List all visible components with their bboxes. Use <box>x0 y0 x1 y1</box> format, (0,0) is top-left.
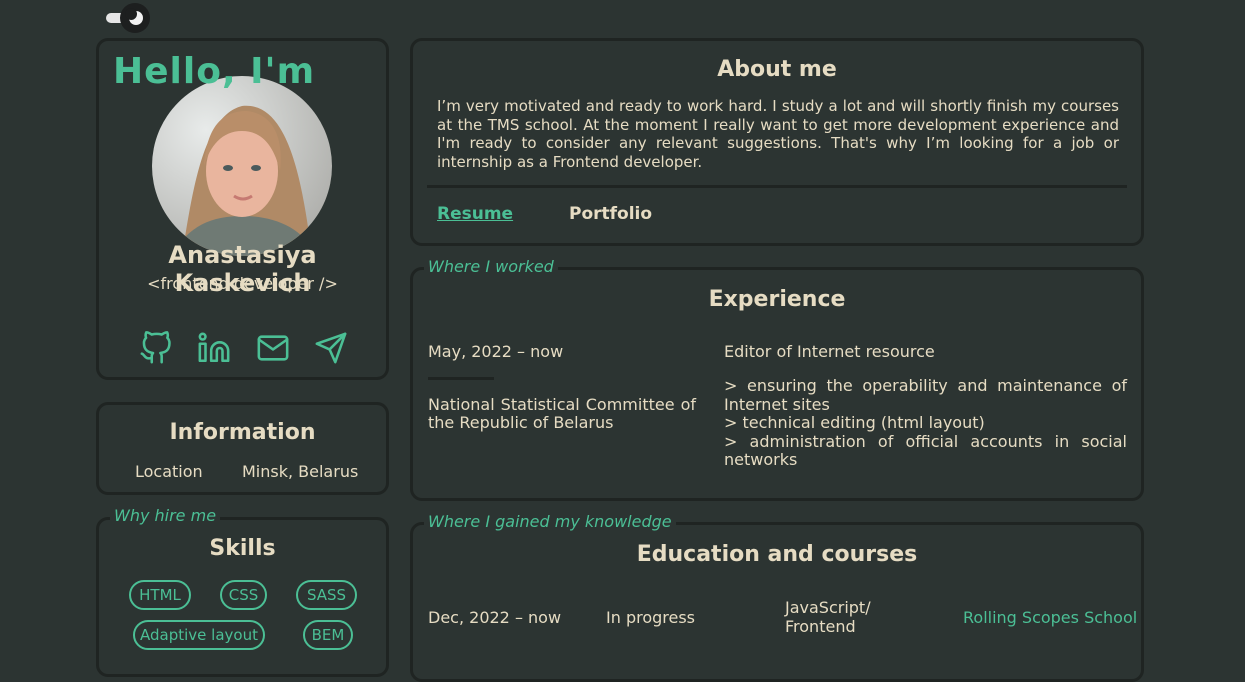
profile-photo <box>152 76 332 256</box>
duty-item: > administration of official accounts in… <box>724 431 1127 469</box>
about-text: I’m very motivated and ready to work har… <box>437 97 1119 171</box>
profile-card: Hello, I'm Anastasiya Kaskevich <fronten… <box>96 38 389 380</box>
greeting: Hello, I'm <box>113 51 316 92</box>
divider <box>427 185 1127 188</box>
skill-chip: BEM <box>303 620 353 650</box>
experience-position: Editor of Internet resource <box>724 342 935 361</box>
education-title: Education and courses <box>636 542 918 567</box>
about-title: About me <box>717 57 837 82</box>
profile-role: <frontend developer /> <box>147 274 338 293</box>
experience-date: May, 2022 – now <box>428 342 564 361</box>
skills-card: Skills HTML CSS SASS Adaptive layout BEM <box>96 517 389 677</box>
education-course: JavaScript/ Frontend <box>785 598 871 636</box>
mail-icon[interactable] <box>256 331 290 365</box>
education-legend: Where I gained my knowledge <box>424 512 676 531</box>
skill-chip: SASS <box>296 580 357 610</box>
experience-duties: > ensuring the operability and maintenan… <box>724 376 1127 470</box>
experience-organization: National Statistical Committee of the Re… <box>428 395 696 432</box>
theme-toggle[interactable] <box>106 3 152 33</box>
duty-item: > ensuring the operability and maintenan… <box>724 376 1127 414</box>
skills-title: Skills <box>209 536 276 561</box>
divider <box>428 377 494 380</box>
skills-legend: Why hire me <box>110 506 221 525</box>
education-card: Education and courses Dec, 2022 – now In… <box>410 522 1144 682</box>
information-title: Information <box>169 420 316 445</box>
social-links <box>139 331 349 365</box>
location-label: Location <box>135 462 203 481</box>
information-card: Information Location Minsk, Belarus <box>96 402 389 495</box>
education-date: Dec, 2022 – now <box>428 608 562 627</box>
github-icon[interactable] <box>139 331 173 365</box>
portfolio-link[interactable]: Portfolio <box>569 204 652 224</box>
duty-item: > technical editing (html layout) <box>724 413 985 432</box>
experience-card: Experience May, 2022 – now National Stat… <box>410 267 1144 501</box>
education-school[interactable]: Rolling Scopes School <box>963 608 1137 627</box>
location-value: Minsk, Belarus <box>242 462 359 481</box>
moon-shadow <box>125 8 137 20</box>
telegram-icon[interactable] <box>314 331 348 365</box>
about-card: About me I’m very motivated and ready to… <box>410 38 1144 246</box>
skill-chip: CSS <box>220 580 267 610</box>
education-status: In progress <box>606 608 696 627</box>
skill-chip: Adaptive layout <box>133 620 265 650</box>
skill-chip: HTML <box>129 580 191 610</box>
resume-link[interactable]: Resume <box>437 204 513 224</box>
linkedin-icon[interactable] <box>197 331 231 365</box>
experience-title: Experience <box>708 287 846 312</box>
experience-legend: Where I worked <box>424 257 558 276</box>
